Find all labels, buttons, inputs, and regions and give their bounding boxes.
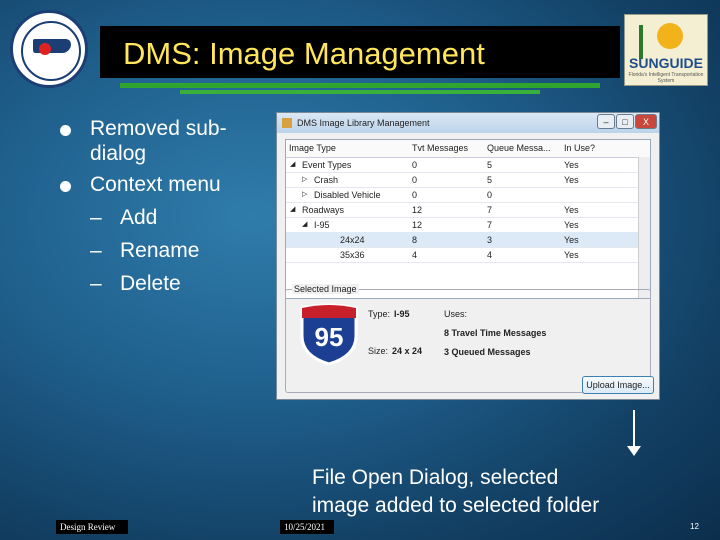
sunguide-tagline: Florida's Intelligent Transportation Sys…	[628, 72, 704, 84]
cell-tvt-messages: 12	[412, 220, 423, 230]
cell-image-type: 24x24	[340, 235, 365, 245]
bullet-dot-icon	[60, 181, 71, 192]
bullet-text: Context menu	[90, 173, 221, 196]
cell-in-use: Yes	[564, 175, 579, 185]
bullet-list: Removed sub-dialog Context menu – Add – …	[60, 116, 250, 296]
sunguide-wordmark: SUNGUIDE	[629, 55, 703, 71]
cell-in-use: Yes	[564, 205, 579, 215]
cell-tvt-messages: 0	[412, 190, 418, 200]
cell-queue-messages: 4	[487, 250, 493, 260]
column-header-queue-messages[interactable]: Queue Messa...	[487, 143, 551, 153]
sub-bullet-text: Delete	[120, 272, 181, 295]
interstate-shield-icon: 95	[300, 303, 358, 366]
vertical-scrollbar[interactable]	[638, 157, 650, 298]
shield-number: 95	[315, 322, 344, 352]
uses-label: Uses:	[444, 309, 468, 319]
dash-marker: –	[90, 272, 102, 295]
uses-queued: 3 Queued Messages	[444, 347, 531, 357]
image-library-dialog: DMS Image Library Management – □ X Image…	[276, 112, 660, 400]
app-icon	[282, 118, 292, 128]
tree-expander-icon[interactable]: ◢	[290, 205, 295, 213]
cell-tvt-messages: 12	[412, 205, 423, 215]
footer-date: 10/25/2021	[280, 520, 334, 534]
cell-tvt-messages: 0	[412, 160, 418, 170]
cell-image-type: Crash	[314, 175, 339, 185]
maximize-button[interactable]: □	[616, 114, 634, 129]
dialog-title: DMS Image Library Management	[297, 118, 430, 128]
table-row[interactable]: ◢ Event Types 0 5 Yes	[286, 157, 640, 173]
down-arrow-line	[633, 410, 635, 448]
column-header-image-type[interactable]: Image Type	[289, 143, 336, 153]
type-label: Type:	[368, 309, 391, 319]
cell-queue-messages: 7	[487, 220, 493, 230]
caption: File Open Dialog, selected image added t…	[312, 464, 599, 520]
cell-tvt-messages: 8	[412, 235, 418, 245]
sub-bullet-item: – Delete	[60, 271, 250, 296]
uses-travel-time: 8 Travel Time Messages	[444, 328, 547, 338]
cell-queue-messages: 3	[487, 235, 493, 245]
page-number: 12	[690, 522, 699, 531]
cell-in-use: Yes	[564, 250, 579, 260]
dash-marker: –	[90, 206, 102, 229]
minimize-button[interactable]: –	[597, 114, 615, 129]
column-header-in-use[interactable]: In Use?	[564, 143, 595, 153]
cell-in-use: Yes	[564, 160, 579, 170]
table-row[interactable]: ▷ Disabled Vehicle 0 0	[286, 187, 640, 203]
bullet-item: Removed sub-dialog	[60, 116, 250, 166]
tree-expander-icon[interactable]: ▷	[302, 175, 307, 183]
table-row[interactable]: ◢ I-95 12 7 Yes	[286, 217, 640, 233]
grid-header: Image Type Tvt Messages Queue Messa... I…	[286, 140, 650, 158]
cell-queue-messages: 5	[487, 160, 493, 170]
dash-marker: –	[90, 239, 102, 262]
table-row[interactable]: 35x36 4 4 Yes	[286, 247, 640, 263]
bullet-item: Context menu	[60, 172, 250, 197]
size-label: Size:	[368, 346, 389, 356]
tree-expander-icon[interactable]: ◢	[290, 160, 295, 168]
image-tree-grid[interactable]: Image Type Tvt Messages Queue Messa... I…	[285, 139, 651, 299]
seal-dot	[39, 43, 51, 55]
cell-queue-messages: 7	[487, 205, 493, 215]
title-rule-secondary	[180, 90, 540, 94]
sunguide-logo: SUNGUIDE Florida's Intelligent Transport…	[624, 14, 708, 86]
sun-icon	[657, 23, 683, 49]
bullet-dot-icon	[60, 125, 71, 136]
table-row[interactable]: 24x24 8 3 Yes	[286, 232, 640, 248]
cell-in-use: Yes	[564, 235, 579, 245]
sub-bullet-item: – Rename	[60, 238, 250, 263]
bullet-text: Removed sub-dialog	[90, 117, 227, 165]
sub-bullet-item: – Add	[60, 205, 250, 230]
type-value: I-95	[394, 309, 410, 319]
cell-image-type: Event Types	[302, 160, 352, 170]
table-row[interactable]: ◢ Roadways 12 7 Yes	[286, 202, 640, 218]
selected-image-group: Selected Image 95 Type: I-95 Size: 24 x …	[285, 284, 654, 394]
column-header-tvt-messages[interactable]: Tvt Messages	[412, 143, 468, 153]
cell-image-type: 35x36	[340, 250, 365, 260]
sub-bullet-text: Add	[120, 206, 158, 229]
caption-line: File Open Dialog, selected	[312, 466, 559, 489]
down-arrow-icon	[627, 446, 641, 456]
caption-line: image added to selected folder	[312, 494, 600, 517]
slide-title: DMS: Image Management	[123, 36, 485, 71]
cell-image-type: Disabled Vehicle	[314, 190, 381, 200]
dialog-titlebar[interactable]: DMS Image Library Management – □ X	[277, 113, 659, 133]
cell-image-type: Roadways	[302, 205, 345, 215]
cell-queue-messages: 5	[487, 175, 493, 185]
sub-bullet-text: Rename	[120, 239, 200, 262]
group-label: Selected Image	[292, 284, 359, 294]
fdot-seal-logo	[10, 10, 88, 88]
title-rule	[120, 83, 600, 88]
tree-expander-icon[interactable]: ▷	[302, 190, 307, 198]
cell-tvt-messages: 4	[412, 250, 418, 260]
table-row[interactable]: ▷ Crash 0 5 Yes	[286, 172, 640, 188]
cell-in-use: Yes	[564, 220, 579, 230]
tree-expander-icon[interactable]: ◢	[302, 220, 307, 228]
upload-image-button[interactable]: Upload Image...	[582, 376, 654, 394]
palm-icon	[639, 25, 643, 59]
cell-image-type: I-95	[314, 220, 330, 230]
close-button[interactable]: X	[635, 114, 657, 129]
cell-queue-messages: 0	[487, 190, 493, 200]
footer-left: Design Review	[56, 520, 128, 534]
size-value: 24 x 24	[392, 346, 423, 356]
cell-tvt-messages: 0	[412, 175, 418, 185]
